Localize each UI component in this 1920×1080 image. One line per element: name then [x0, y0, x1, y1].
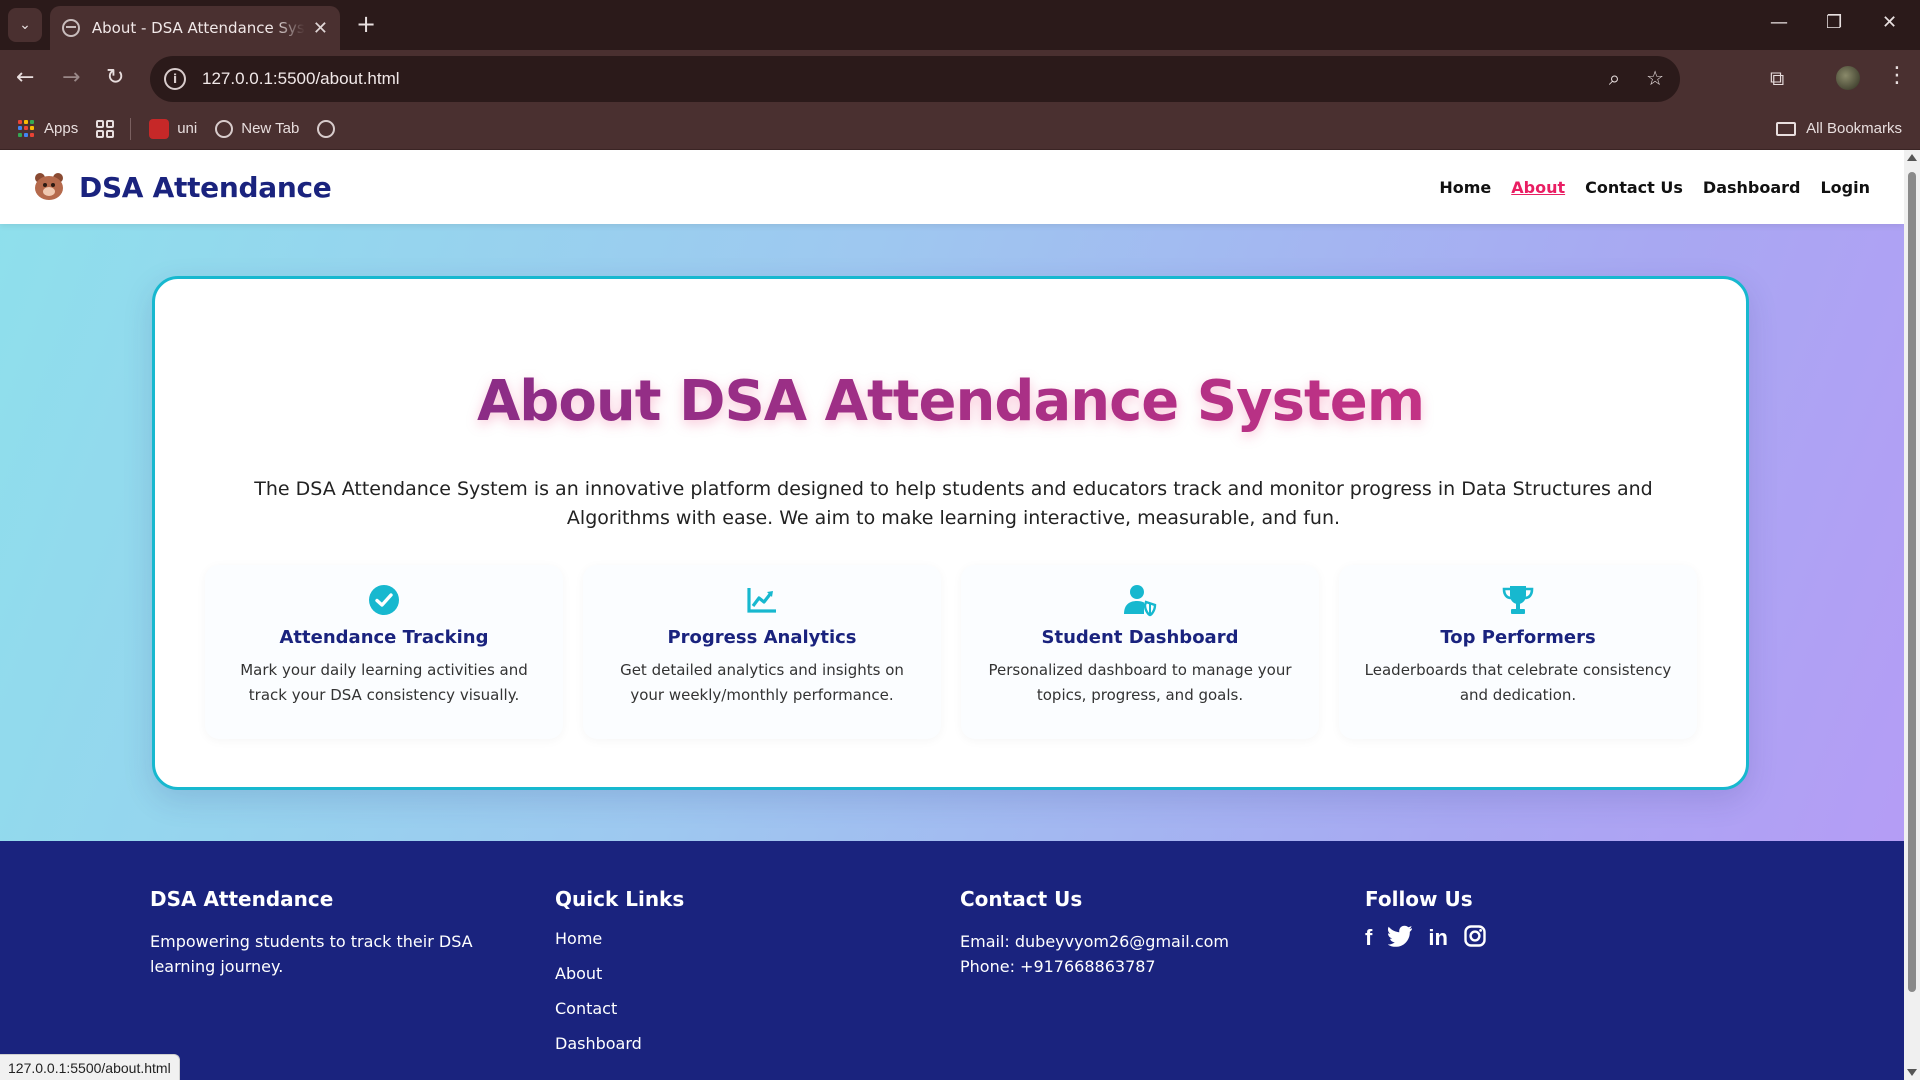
feature-card-top-performers: Top Performers Leaderboards that celebra…: [1339, 565, 1697, 739]
footer-quick-links-column: Quick Links Home About Contact Dashboard: [555, 887, 935, 1061]
all-bookmarks-label: All Bookmarks: [1806, 120, 1902, 137]
all-bookmarks-button[interactable]: All Bookmarks: [1776, 120, 1902, 137]
footer-contact-column: Contact Us Email: dubeyvyom26@gmail.com …: [960, 887, 1340, 979]
page-scrollbar[interactable]: [1904, 150, 1920, 1080]
footer-link-about[interactable]: About: [555, 956, 935, 991]
restore-icon[interactable]: ❐: [1826, 12, 1842, 33]
feature-title: Student Dashboard: [1041, 627, 1239, 648]
browser-tab[interactable]: About - DSA Attendance System ✕: [50, 6, 340, 50]
bookmark-label: Apps: [44, 120, 79, 137]
bookmark-new-tab[interactable]: New Tab: [215, 119, 300, 138]
bookmarks-bar: Apps uni New Tab All Bookmarks: [0, 108, 1920, 150]
chart-line-icon: [747, 588, 776, 613]
back-icon[interactable]: ←: [16, 66, 34, 90]
feature-card-analytics: Progress Analytics Get detailed analytic…: [583, 565, 941, 739]
minimize-icon[interactable]: —: [1770, 12, 1788, 33]
forward-icon[interactable]: →: [62, 66, 80, 90]
twitter-icon[interactable]: [1388, 925, 1413, 947]
feature-text: Leaderboards that celebrate consistency …: [1364, 661, 1672, 704]
nav-about[interactable]: About: [1511, 178, 1565, 197]
page-title: About DSA Attendance System: [155, 369, 1746, 434]
footer-link-home[interactable]: Home: [555, 921, 935, 956]
globe-icon: [317, 119, 336, 138]
footer-contact-title: Contact Us: [960, 887, 1083, 911]
check-circle-icon: [369, 585, 399, 615]
bookmark-apps[interactable]: Apps: [18, 119, 79, 138]
extensions-icon[interactable]: ⧉: [1770, 66, 1784, 90]
tab-search-button[interactable]: ⌄: [8, 8, 42, 42]
linkedin-icon[interactable]: in: [1428, 925, 1448, 951]
new-tab-button[interactable]: +: [356, 12, 376, 36]
folder-icon: [1776, 121, 1797, 136]
feature-title: Top Performers: [1440, 627, 1596, 648]
feature-text: Personalized dashboard to manage your to…: [988, 661, 1292, 704]
bear-logo-icon: [33, 171, 65, 203]
nav-dashboard[interactable]: Dashboard: [1703, 178, 1801, 197]
footer-follow-column: Follow Us f in: [1365, 887, 1745, 951]
user-shield-icon: [1124, 585, 1157, 617]
trophy-icon: [1502, 586, 1534, 614]
globe-icon: [215, 119, 234, 138]
feature-card-attendance: Attendance Tracking Mark your daily lear…: [205, 565, 563, 739]
feature-title: Progress Analytics: [667, 627, 857, 648]
footer-brand-text: Empowering students to track their DSA l…: [150, 932, 473, 976]
bookmark-label: New Tab: [241, 120, 300, 137]
bookmark-separator: [130, 117, 132, 140]
apps-grid-icon: [18, 119, 36, 138]
footer-link-contact[interactable]: Contact: [555, 991, 935, 1026]
feature-title: Attendance Tracking: [279, 627, 489, 648]
footer-brand-column: DSA Attendance Empowering students to tr…: [150, 887, 530, 979]
about-description: The DSA Attendance System is an innovati…: [254, 478, 1653, 529]
bookmark-tab-groups[interactable]: [96, 119, 115, 138]
bookmark-globe[interactable]: [317, 119, 343, 138]
scroll-down-icon[interactable]: [1907, 1069, 1917, 1076]
bookmark-uni[interactable]: uni: [149, 118, 198, 139]
link-status-bubble: 127.0.0.1:5500/about.html: [0, 1054, 180, 1080]
scroll-up-icon[interactable]: [1907, 154, 1917, 161]
footer-quick-links-title: Quick Links: [555, 887, 685, 911]
browser-tab-bar: ⌄ About - DSA Attendance System ✕ + — ❐ …: [0, 0, 1920, 50]
nav-login[interactable]: Login: [1820, 178, 1870, 197]
tab-title: About - DSA Attendance System: [91, 19, 305, 37]
about-card: About DSA Attendance System The DSA Atte…: [152, 276, 1749, 790]
nav-contact-us[interactable]: Contact Us: [1585, 178, 1683, 197]
page-viewport: DSA Attendance Home About Contact Us Das…: [0, 150, 1920, 1080]
profile-avatar[interactable]: [1834, 64, 1862, 92]
address-bar[interactable]: i 127.0.0.1:5500/about.html ⌕ ☆: [150, 56, 1680, 102]
site-footer: DSA Attendance Empowering students to tr…: [0, 841, 1904, 1080]
social-links: f in: [1365, 925, 1745, 951]
site-info-icon[interactable]: i: [164, 68, 186, 90]
facebook-icon[interactable]: f: [1365, 925, 1372, 951]
tab-groups-icon: [96, 119, 115, 138]
close-window-icon[interactable]: ✕: [1882, 12, 1897, 33]
instagram-icon[interactable]: [1464, 925, 1486, 947]
uni-favicon-icon: [149, 118, 170, 139]
site-brand[interactable]: DSA Attendance: [79, 171, 332, 204]
site-header: DSA Attendance Home About Contact Us Das…: [0, 150, 1904, 224]
zoom-icon[interactable]: ⌕: [1609, 66, 1620, 90]
bookmark-label: uni: [177, 120, 198, 137]
url-text[interactable]: 127.0.0.1:5500/about.html: [202, 69, 400, 89]
footer-link-dashboard[interactable]: Dashboard: [555, 1026, 935, 1061]
browser-toolbar: ← → ↻ i 127.0.0.1:5500/about.html ⌕ ☆: [0, 50, 1920, 108]
footer-brand-title: DSA Attendance: [150, 887, 334, 911]
footer-follow-title: Follow Us: [1365, 887, 1473, 911]
close-tab-icon[interactable]: ✕: [313, 18, 328, 39]
features-list: Attendance Tracking Mark your daily lear…: [205, 565, 1702, 739]
feature-text: Mark your daily learning activities and …: [240, 661, 528, 704]
feature-card-dashboard: Student Dashboard Personalized dashboard…: [961, 565, 1319, 739]
browser-menu-icon[interactable]: ⋮: [1886, 64, 1908, 88]
globe-icon: [62, 19, 80, 37]
reload-icon[interactable]: ↻: [106, 66, 124, 90]
scroll-thumb[interactable]: [1908, 172, 1916, 992]
feature-text: Get detailed analytics and insights on y…: [620, 661, 904, 704]
bookmark-star-icon[interactable]: ☆: [1646, 66, 1664, 90]
footer-phone[interactable]: Phone: +917668863787: [960, 954, 1340, 979]
nav-home[interactable]: Home: [1439, 178, 1491, 197]
main-nav: Home About Contact Us Dashboard Login: [1439, 150, 1870, 224]
footer-email[interactable]: Email: dubeyvyom26@gmail.com: [960, 929, 1340, 954]
